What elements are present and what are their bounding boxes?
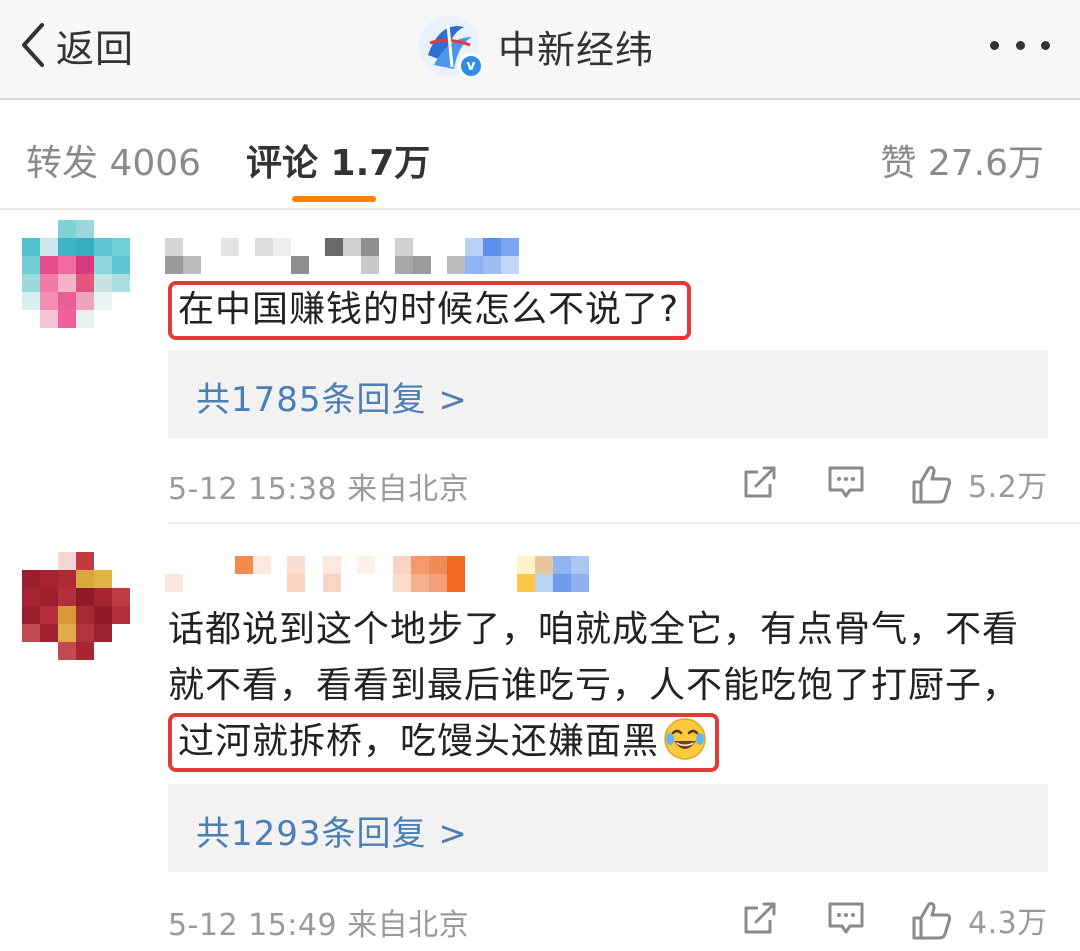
more-icon: [990, 40, 999, 50]
avatar[interactable]: [22, 552, 130, 660]
username-blurred[interactable]: [165, 556, 590, 592]
share-button[interactable]: [740, 898, 780, 942]
comment-meta: 5-12 15:49 来自北京: [168, 908, 470, 943]
comment-meta: 5-12 15:38 来自北京: [168, 472, 470, 507]
tab-comment[interactable]: 评论 1.7万: [246, 134, 430, 186]
active-tab-indicator: [292, 196, 376, 202]
avatar[interactable]: [22, 220, 130, 328]
tab-like[interactable]: 赞 27.6万: [880, 134, 1044, 186]
comment-body: 话都说到这个地步了，咱就成全它，有点骨气，不看就不看，看看到最后谁吃亏，人不能吃…: [168, 609, 1020, 706]
tab-bar: 转发 4006 评论 1.7万 赞 27.6万: [0, 102, 1080, 210]
account-header[interactable]: v 中新经纬: [418, 14, 655, 79]
back-label: 返回: [56, 26, 135, 71]
share-icon: [744, 902, 776, 934]
like-count: 5.2万: [968, 470, 1048, 505]
more-button[interactable]: [990, 30, 1050, 60]
share-button[interactable]: [740, 462, 780, 506]
more-icon: [1015, 40, 1025, 50]
replies-link[interactable]: 共1293条回复 >: [168, 784, 1048, 872]
replies-count: 共1293条回复 >: [196, 814, 468, 854]
comment-item: 在中国赚钱的时候怎么不说了? 共1785条回复 > 5-12 15:38 来自北…: [0, 212, 1080, 524]
reply-icon: [828, 902, 864, 934]
more-icon: [1041, 40, 1050, 50]
like-count: 4.3万: [968, 906, 1048, 941]
account-avatar: v: [418, 15, 484, 79]
comment-text: 在中国赚钱的时候怎么不说了?: [168, 281, 1048, 340]
tab-repost[interactable]: 转发 4006: [26, 134, 201, 186]
like-button[interactable]: 5.2万: [910, 462, 1048, 506]
like-button[interactable]: 4.3万: [910, 898, 1048, 942]
comment-text: 话都说到这个地步了，咱就成全它，有点骨气，不看就不看，看看到最后谁吃亏，人不能吃…: [168, 602, 1048, 772]
reply-icon: [828, 466, 864, 498]
like-icon: [912, 902, 952, 940]
chevron-left-icon: [22, 23, 44, 67]
share-icon: [744, 466, 776, 498]
verified-icon: v: [458, 53, 484, 79]
reply-button[interactable]: [826, 462, 866, 506]
highlighted-phrase: 过河就拆桥，吃馒头还嫌面黑: [178, 721, 660, 762]
reply-button[interactable]: [826, 898, 866, 942]
comment-divider: [168, 522, 1080, 524]
highlighted-text: 在中国赚钱的时候怎么不说了?: [168, 281, 692, 340]
like-icon: [912, 466, 952, 504]
username-blurred[interactable]: [165, 238, 520, 274]
page-title: 中新经纬: [498, 27, 655, 72]
replies-link[interactable]: 共1785条回复 >: [168, 350, 1048, 438]
highlighted-text: 过河就拆桥，吃馒头还嫌面黑: [168, 713, 720, 772]
replies-count: 共1785条回复 >: [196, 380, 468, 420]
back-button[interactable]: 返回: [18, 20, 135, 71]
comment-item: 话都说到这个地步了，咱就成全它，有点骨气，不看就不看，看看到最后谁吃亏，人不能吃…: [0, 526, 1080, 951]
laugh-cry-emoji-icon: [664, 718, 706, 760]
nav-bar: 返回 v 中新经纬: [0, 0, 1080, 100]
